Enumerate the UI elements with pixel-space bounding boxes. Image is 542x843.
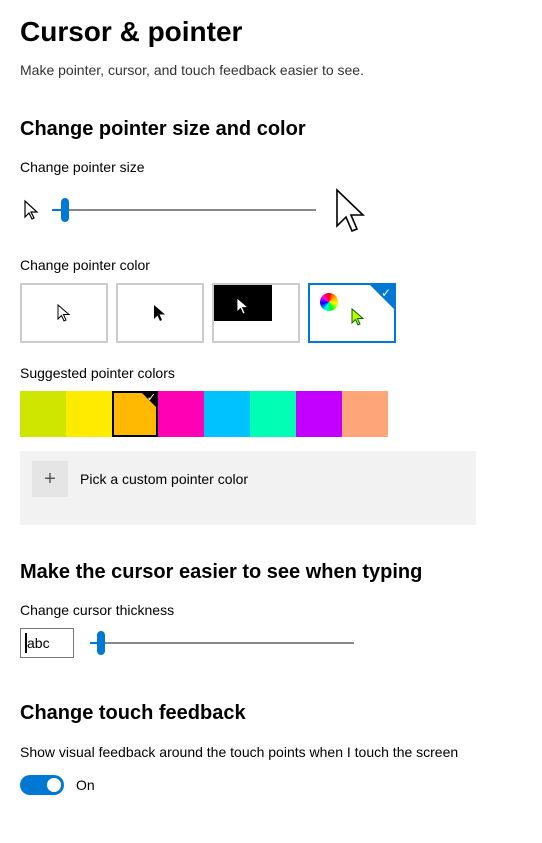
color-swatch[interactable] xyxy=(342,391,388,437)
section-touch-heading: Change touch feedback xyxy=(20,702,522,725)
section-cursor-heading: Make the cursor easier to see when typin… xyxy=(20,561,522,584)
pick-custom-color-button[interactable]: + Pick a custom pointer color xyxy=(32,461,464,497)
pick-custom-color-label: Pick a custom pointer color xyxy=(80,471,248,487)
cursor-thickness-slider[interactable] xyxy=(90,631,354,655)
pointer-size-slider[interactable] xyxy=(52,198,316,222)
scheme-custom[interactable]: ✓ xyxy=(308,283,396,343)
section-pointer-heading: Change pointer size and color xyxy=(20,118,522,141)
pointer-size-label: Change pointer size xyxy=(20,159,522,175)
color-swatch[interactable] xyxy=(66,391,112,437)
color-swatch[interactable] xyxy=(158,391,204,437)
plus-icon: + xyxy=(32,461,68,497)
color-wheel-icon xyxy=(320,293,338,311)
scheme-white[interactable] xyxy=(20,283,108,343)
color-swatch[interactable] xyxy=(204,391,250,437)
pointer-color-label: Change pointer color xyxy=(20,257,522,273)
cursor-thickness-preview: abc xyxy=(20,628,74,658)
page-title: Cursor & pointer xyxy=(20,16,522,48)
pointer-color-schemes: ✓ xyxy=(20,283,522,343)
touch-feedback-toggle-text: On xyxy=(76,777,95,793)
color-swatch[interactable] xyxy=(250,391,296,437)
scheme-black[interactable] xyxy=(116,283,204,343)
check-icon: ✓ xyxy=(147,391,156,404)
cursor-large-icon xyxy=(330,185,372,235)
cursor-preview-text: abc xyxy=(27,635,50,651)
touch-feedback-toggle[interactable] xyxy=(20,775,64,795)
suggested-color-swatches: ✓ xyxy=(20,391,522,437)
check-icon: ✓ xyxy=(381,286,391,300)
touch-feedback-label: Show visual feedback around the touch po… xyxy=(20,743,500,763)
cursor-small-icon xyxy=(20,198,44,222)
color-swatch[interactable]: ✓ xyxy=(112,391,158,437)
color-swatch[interactable] xyxy=(20,391,66,437)
page-subtitle: Make pointer, cursor, and touch feedback… xyxy=(20,62,522,78)
cursor-thickness-label: Change cursor thickness xyxy=(20,602,522,618)
scheme-inverted[interactable] xyxy=(212,283,300,343)
suggested-colors-label: Suggested pointer colors xyxy=(20,365,522,381)
color-swatch[interactable] xyxy=(296,391,342,437)
